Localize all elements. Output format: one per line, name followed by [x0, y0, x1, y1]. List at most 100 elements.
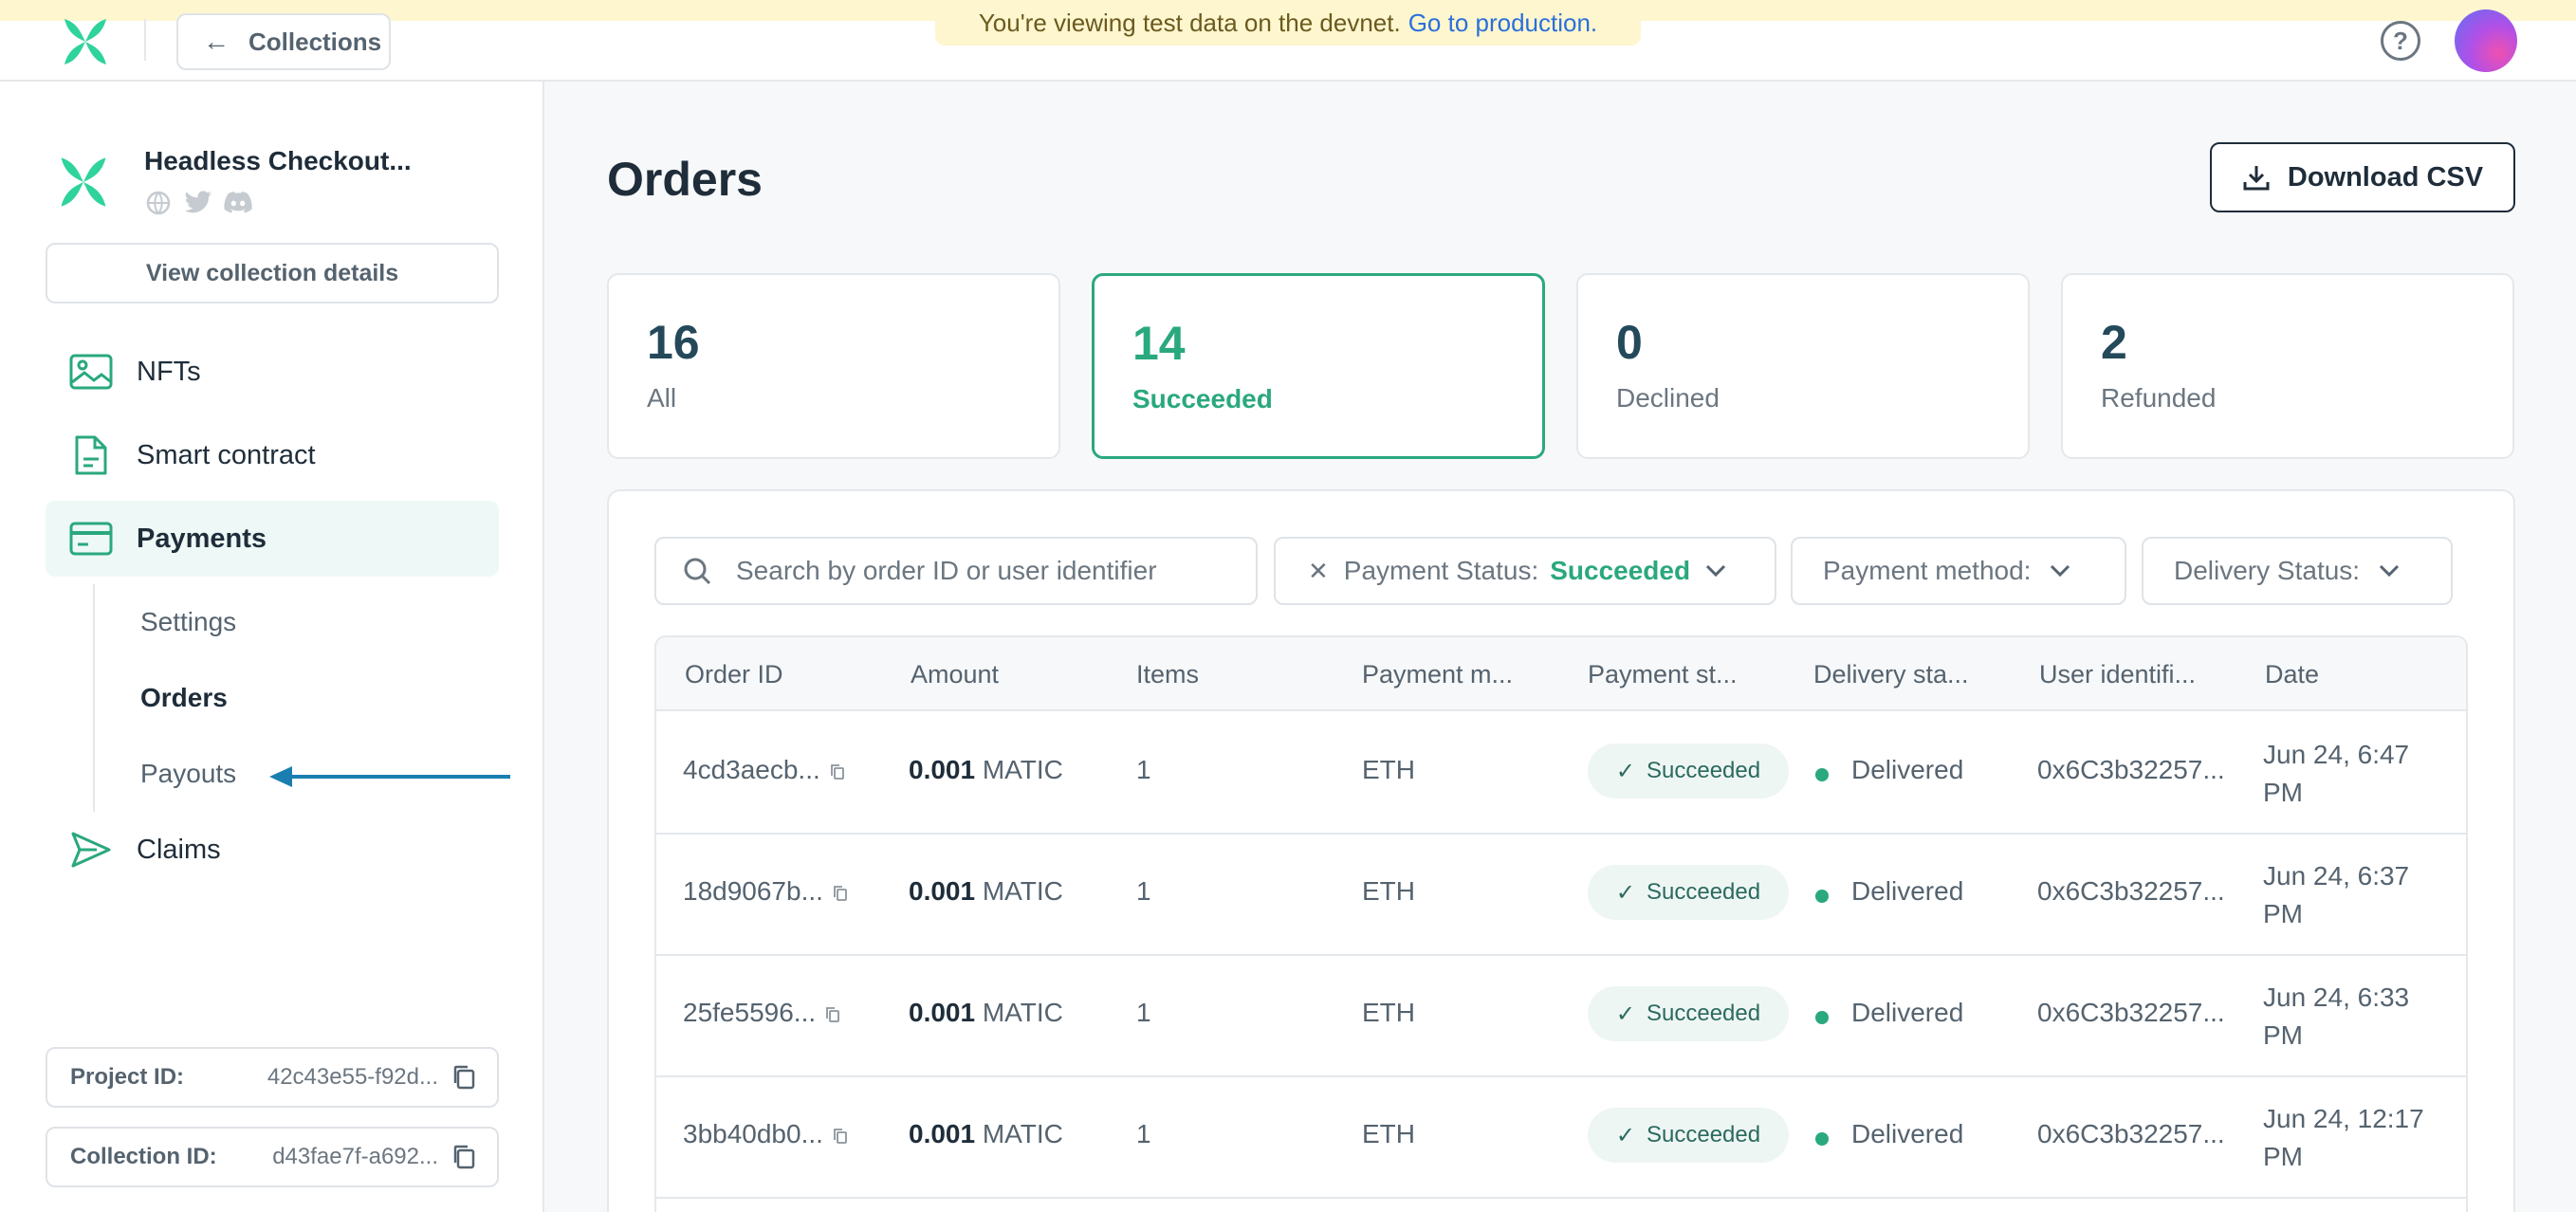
date-line: PM: [2263, 1020, 2303, 1050]
order-id-cell: 18d9067b...: [683, 876, 848, 907]
status-badge: ✓ Succeeded: [1588, 1108, 1789, 1163]
sidebar-item-smart-contract[interactable]: Smart contract: [46, 417, 499, 493]
collections-label: Collections: [248, 27, 382, 56]
search-icon: [684, 558, 711, 585]
go-to-production-link[interactable]: Go to production.: [1408, 9, 1597, 38]
stat-card-all[interactable]: 16 All: [607, 273, 1060, 459]
view-collection-details-button[interactable]: View collection details: [46, 243, 499, 303]
payment-status-filter[interactable]: ✕ Payment Status: Succeeded: [1274, 537, 1776, 605]
download-csv-button[interactable]: Download CSV: [2210, 142, 2515, 212]
items-cell: 1: [1136, 876, 1151, 906]
avatar[interactable]: [2455, 9, 2517, 72]
copy-icon[interactable]: [451, 1144, 476, 1170]
column-header[interactable]: Items: [1136, 660, 1199, 689]
copy-icon[interactable]: [833, 885, 848, 902]
user-identifier-cell: 0x6C3b32257...: [2037, 998, 2225, 1027]
date-line: Jun 24, 12:17: [2263, 1104, 2424, 1133]
table-row[interactable]: 4cd3aecb... 0.001 MATIC 1 ETH ✓ Succeeded…: [656, 713, 2466, 835]
stat-count: 2: [2101, 316, 2127, 369]
column-header[interactable]: Date: [2265, 660, 2319, 689]
check-icon: ✓: [1615, 758, 1635, 784]
user-identifier-cell: 0x6C3b32257...: [2037, 876, 2225, 906]
currency: MATIC: [982, 998, 1063, 1027]
discord-icon[interactable]: [224, 190, 252, 216]
status-text: Succeeded: [1647, 1122, 1761, 1148]
delivery-status-label: Delivery Status:: [2174, 556, 2361, 585]
delivery-status-dot: [1815, 890, 1829, 903]
items-cell: 1: [1136, 1119, 1151, 1148]
date-line: PM: [2263, 899, 2303, 928]
table-row[interactable]: 25fe5596... 0.001 MATIC 1 ETH ✓ Succeeded…: [656, 956, 2466, 1077]
test-data-banner: You're viewing test data on the devnet. …: [935, 0, 1641, 46]
copy-icon[interactable]: [451, 1064, 476, 1091]
column-header[interactable]: Payment m...: [1362, 660, 1513, 689]
status-badge: ✓ Succeeded: [1588, 744, 1789, 799]
payment-method-cell: ETH: [1362, 998, 1415, 1027]
delivery-status-dot: [1815, 1011, 1829, 1024]
stat-label: All: [647, 383, 677, 413]
column-header[interactable]: Order ID: [685, 660, 783, 689]
delivery-status-filter[interactable]: Delivery Status:: [2142, 537, 2453, 605]
sidebar-subitem-payouts[interactable]: Payouts: [140, 759, 236, 789]
sidebar-subitem-settings[interactable]: Settings: [140, 607, 236, 637]
payment-status-label: Payment Status:: [1343, 556, 1539, 585]
arrow-left-icon: ←: [203, 27, 230, 56]
status-text: Succeeded: [1647, 879, 1761, 905]
order-id: 3bb40db0...: [683, 1119, 823, 1148]
help-icon[interactable]: ?: [2381, 21, 2420, 61]
table-row[interactable]: 3bb40db0... 0.001 MATIC 1 ETH ✓ Succeeded…: [656, 1077, 2466, 1199]
date-line: PM: [2263, 778, 2303, 807]
table-row[interactable]: 18d9067b... 0.001 MATIC 1 ETH ✓ Succeeded…: [656, 835, 2466, 956]
social-links: [144, 190, 252, 216]
user-identifier-cell: 0x6C3b32257...: [2037, 1119, 2225, 1148]
annotation-arrow-icon: [269, 766, 510, 787]
stat-count: 0: [1616, 316, 1643, 369]
sidebar-item-label: Payments: [137, 523, 267, 554]
sidebar-subitem-orders[interactable]: Orders: [140, 683, 228, 713]
orders-table: Order ID Amount Items Payment m... Payme…: [654, 635, 2468, 1212]
logo-icon[interactable]: [57, 13, 114, 70]
copy-icon[interactable]: [830, 763, 845, 780]
copy-icon[interactable]: [833, 1128, 848, 1145]
twitter-icon[interactable]: [184, 190, 212, 216]
payment-method-label: Payment method:: [1823, 556, 2032, 585]
stat-card-succeeded[interactable]: 14 Succeeded: [1092, 273, 1545, 459]
back-to-collections-button[interactable]: ← Collections: [176, 13, 391, 70]
search-input[interactable]: Search by order ID or user identifier: [654, 537, 1258, 605]
copy-icon[interactable]: [825, 1006, 840, 1023]
items-cell: 1: [1136, 755, 1151, 784]
sidebar: Headless Checkout... View collection det…: [0, 82, 544, 1212]
user-identifier-cell: 0x6C3b32257...: [2037, 755, 2225, 784]
date-cell: Jun 24, 6:47 PM: [2263, 736, 2409, 812]
payment-method-filter[interactable]: Payment method:: [1791, 537, 2126, 605]
globe-icon[interactable]: [144, 190, 173, 216]
sidebar-item-label: Smart contract: [137, 439, 316, 470]
column-header[interactable]: User identifi...: [2039, 660, 2196, 689]
sidebar-item-nfts[interactable]: NFTs: [46, 334, 499, 410]
payment-method-cell: ETH: [1362, 876, 1415, 906]
sidebar-item-payments[interactable]: Payments: [46, 501, 499, 577]
date-line: PM: [2263, 1142, 2303, 1171]
order-id: 18d9067b...: [683, 876, 823, 906]
stat-count: 14: [1132, 317, 1186, 370]
date-cell: Jun 24, 6:33 PM: [2263, 979, 2409, 1055]
date-cell: Jun 24, 12:17 PM: [2263, 1100, 2424, 1176]
project-logo-icon: [61, 157, 106, 207]
stat-card-refunded[interactable]: 2 Refunded: [2061, 273, 2514, 459]
column-header[interactable]: Payment st...: [1588, 660, 1738, 689]
image-icon: [68, 351, 114, 393]
column-header[interactable]: Delivery sta...: [1813, 660, 1969, 689]
check-icon: ✓: [1615, 1001, 1635, 1027]
clear-filter-icon[interactable]: ✕: [1308, 557, 1329, 586]
column-header[interactable]: Amount: [911, 660, 999, 689]
stat-card-declined[interactable]: 0 Declined: [1576, 273, 2030, 459]
check-icon: ✓: [1615, 879, 1635, 906]
amount-cell: 0.001 MATIC: [909, 876, 1063, 907]
payment-method-cell: ETH: [1362, 1119, 1415, 1148]
amount-value: 0.001: [909, 998, 976, 1027]
payment-method-cell: ETH: [1362, 755, 1415, 784]
project-name: Headless Checkout...: [144, 146, 412, 175]
sidebar-item-claims[interactable]: Claims: [46, 812, 499, 888]
date-line: Jun 24, 6:33: [2263, 982, 2410, 1012]
amount-cell: 0.001 MATIC: [909, 755, 1063, 785]
